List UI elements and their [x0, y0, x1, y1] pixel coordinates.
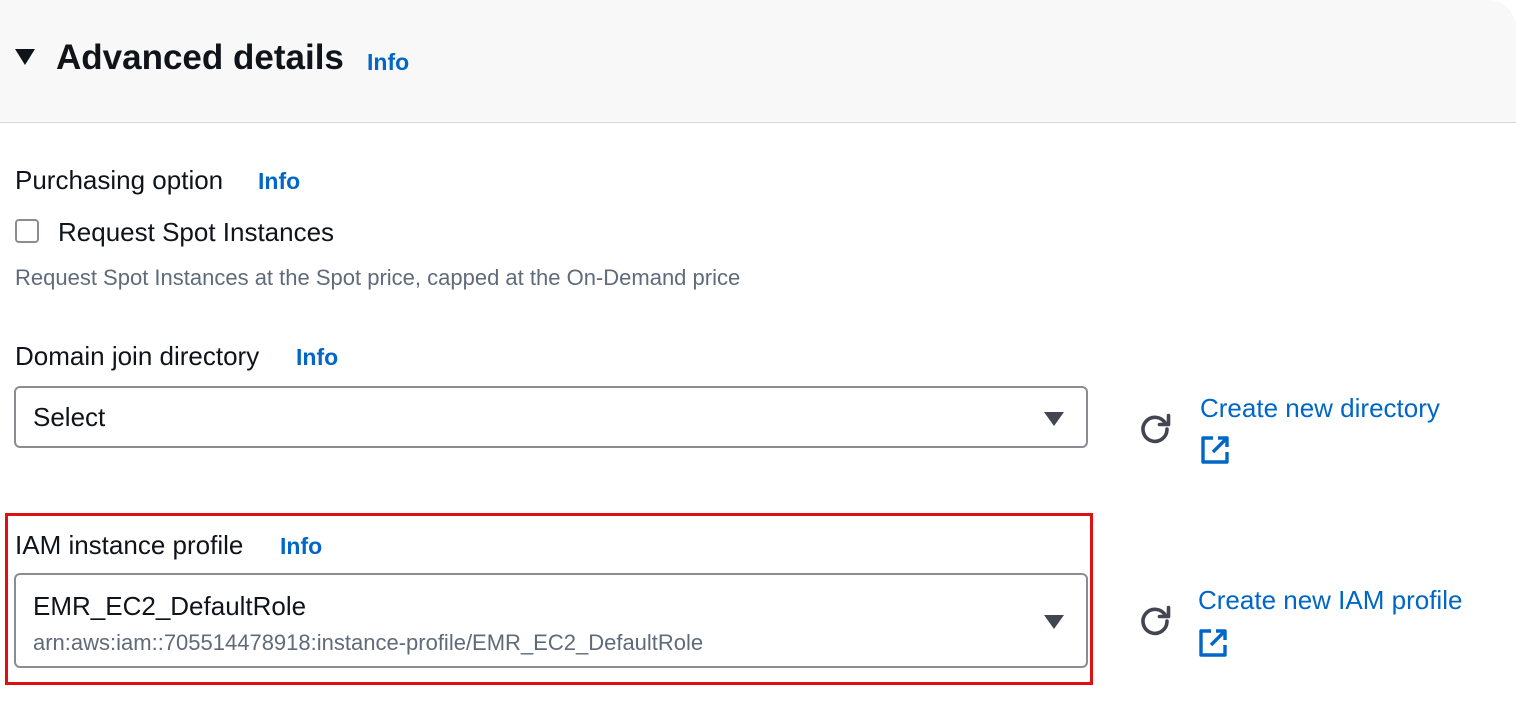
refresh-icon[interactable]: [1137, 411, 1173, 447]
chevron-down-icon: [1044, 412, 1064, 426]
domain-join-directory-label: Domain join directory: [15, 341, 260, 371]
request-spot-instances-checkbox[interactable]: [15, 219, 39, 243]
iam-instance-profile-info-link[interactable]: Info: [280, 532, 322, 560]
create-new-iam-profile-link[interactable]: Create new IAM profile: [1198, 584, 1462, 616]
section-title: Advanced details: [56, 38, 344, 77]
iam-profile-selected-value: EMR_EC2_DefaultRole: [33, 591, 307, 621]
create-new-directory-link[interactable]: Create new directory: [1200, 392, 1440, 424]
domain-join-directory-select[interactable]: Select: [14, 386, 1088, 448]
caret-down-icon[interactable]: [15, 49, 35, 65]
iam-profile-selected-arn: arn:aws:iam::705514478918:instance-profi…: [33, 630, 704, 655]
domain-join-selected-value: Select: [33, 402, 106, 432]
purchasing-option-label: Purchasing option: [15, 165, 224, 195]
section-header[interactable]: Advanced details Info: [0, 0, 1516, 123]
external-link-icon[interactable]: [1198, 628, 1228, 658]
iam-instance-profile-label: IAM instance profile: [15, 530, 244, 560]
domain-join-info-link[interactable]: Info: [296, 343, 338, 371]
purchasing-option-info-link[interactable]: Info: [258, 167, 300, 195]
refresh-icon[interactable]: [1137, 603, 1173, 639]
spot-instances-description: Request Spot Instances at the Spot price…: [15, 265, 741, 290]
advanced-details-info-link[interactable]: Info: [367, 48, 409, 76]
external-link-icon[interactable]: [1200, 435, 1230, 465]
chevron-down-icon: [1044, 615, 1064, 629]
iam-instance-profile-select[interactable]: EMR_EC2_DefaultRole arn:aws:iam::7055144…: [14, 573, 1088, 668]
request-spot-instances-label[interactable]: Request Spot Instances: [58, 216, 334, 248]
advanced-details-panel: Advanced details Info Purchasing option …: [0, 0, 1516, 708]
